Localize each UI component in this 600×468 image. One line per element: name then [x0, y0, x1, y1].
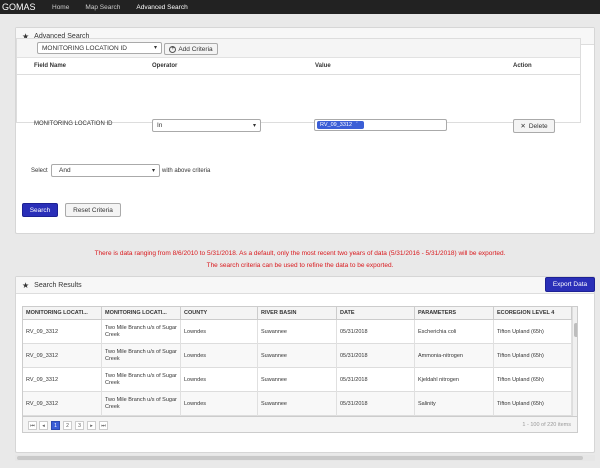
star-icon: ★	[22, 280, 30, 290]
plus-icon: +	[169, 45, 177, 53]
table-row[interactable]: RV_09_3312 Two Mile Branch u/s of Sugar …	[23, 344, 572, 368]
cell-county: Lowndes	[181, 368, 258, 392]
scrollbar-thumb[interactable]	[574, 323, 577, 337]
delete-criteria-button[interactable]: ✕ Delete	[513, 119, 555, 133]
cell-parameters: Salinity	[415, 392, 494, 416]
value-header: Value	[315, 63, 331, 69]
search-button-label: Search	[29, 206, 51, 214]
combine-select-value: And	[59, 167, 71, 174]
select-label: Select	[31, 168, 48, 174]
reset-criteria-button[interactable]: Reset Criteria	[65, 203, 121, 217]
cell-ecoregion: Tifton Upland (65h)	[494, 320, 572, 344]
criteria-box: MONITORING LOCATION ID ▾ + Add Criteria …	[16, 38, 581, 123]
cell-location-name: Two Mile Branch u/s of Sugar Creek	[102, 392, 181, 416]
column-header-date[interactable]: DATE	[337, 307, 415, 320]
cell-location-name: Two Mile Branch u/s of Sugar Creek	[102, 368, 181, 392]
export-data-label: Export Data	[552, 281, 588, 288]
column-header-monitoring-location-id[interactable]: MONITORING LOCATI...	[23, 307, 102, 320]
cell-ecoregion: Tifton Upland (65h)	[494, 344, 572, 368]
tag-remove-icon[interactable]: ˇ	[356, 122, 358, 128]
cell-location-id: RV_09_3312	[23, 344, 102, 368]
cell-parameters: Ammonia-nitrogen	[415, 344, 494, 368]
cell-date: 05/31/2018	[337, 368, 415, 392]
next-page-icon[interactable]: ▸	[87, 421, 96, 430]
chevron-down-icon: ▾	[252, 123, 256, 129]
page-button-2[interactable]: 2	[63, 421, 72, 430]
nav-home[interactable]: Home	[52, 4, 69, 11]
cell-location-name: Two Mile Branch u/s of Sugar Creek	[102, 320, 181, 344]
chevron-down-icon: ▾	[153, 45, 157, 51]
cell-river-basin: Suwannee	[258, 344, 337, 368]
action-header: Action	[513, 63, 532, 69]
operator-header: Operator	[152, 63, 178, 69]
operator-select-value: In	[157, 122, 163, 129]
cell-location-name: Two Mile Branch u/s of Sugar Creek	[102, 344, 181, 368]
column-header-county[interactable]: COUNTY	[181, 307, 258, 320]
combine-suffix: with above criteria	[162, 168, 211, 174]
last-page-icon[interactable]: ⏭	[99, 421, 108, 430]
results-grid-header: MONITORING LOCATI... MONITORING LOCATI..…	[23, 307, 572, 320]
cell-date: 05/31/2018	[337, 344, 415, 368]
results-pager: ⏮ ◂ 1 2 3 ▸ ⏭ 1 - 100 of 220 items	[22, 417, 578, 433]
first-page-icon[interactable]: ⏮	[28, 421, 37, 430]
results-grid: MONITORING LOCATI... MONITORING LOCATI..…	[22, 306, 578, 417]
criteria-field-name: MONITORING LOCATION ID	[34, 121, 113, 127]
export-criteria-notice: The search criteria can be used to refin…	[206, 262, 394, 269]
operator-select[interactable]: In ▾	[152, 119, 261, 132]
nav-advanced-search[interactable]: Advanced Search	[136, 4, 187, 11]
search-results-title: Search Results	[34, 281, 82, 289]
column-header-river-basin[interactable]: RIVER BASIN	[258, 307, 337, 320]
page-button-3[interactable]: 3	[75, 421, 84, 430]
cell-location-id: RV_09_3312	[23, 392, 102, 416]
cell-ecoregion: Tifton Upland (65h)	[494, 392, 572, 416]
cell-river-basin: Suwannee	[258, 368, 337, 392]
cell-county: Lowndes	[181, 320, 258, 344]
field-name-header: Field Name	[34, 63, 67, 69]
criteria-toolbar: MONITORING LOCATION ID ▾ + Add Criteria	[17, 39, 580, 58]
delete-label: Delete	[528, 122, 548, 130]
nav-map-search[interactable]: Map Search	[85, 4, 120, 11]
criteria-header-row: Field Name Operator Value Action	[17, 58, 580, 75]
value-tag-input[interactable]: RV_09_3312 ˇ	[314, 119, 447, 131]
value-tag: RV_09_3312 ˇ	[317, 121, 364, 129]
cell-date: 05/31/2018	[337, 392, 415, 416]
close-icon: ✕	[520, 123, 526, 130]
combine-select[interactable]: And ▾	[51, 164, 160, 177]
results-vertical-scrollbar[interactable]	[572, 307, 577, 416]
table-row[interactable]: RV_09_3312 Two Mile Branch u/s of Sugar …	[23, 320, 572, 344]
cell-county: Lowndes	[181, 392, 258, 416]
page-info: 1 - 100 of 220 items	[522, 422, 571, 428]
table-row[interactable]: RV_09_3312 Two Mile Branch u/s of Sugar …	[23, 392, 572, 416]
cell-river-basin: Suwannee	[258, 320, 337, 344]
data-range-notice: There is data ranging from 8/6/2010 to 5…	[94, 250, 506, 257]
scrollbar-thumb[interactable]	[17, 456, 583, 460]
previous-page-icon[interactable]: ◂	[39, 421, 48, 430]
cell-parameters: Kjeldahl nitrogen	[415, 368, 494, 392]
add-criteria-label: Add Criteria	[178, 45, 213, 53]
field-select[interactable]: MONITORING LOCATION ID ▾	[37, 42, 162, 54]
table-row[interactable]: RV_09_3312 Two Mile Branch u/s of Sugar …	[23, 368, 572, 392]
column-header-ecoregion-level-4[interactable]: ECOREGION LEVEL 4	[494, 307, 572, 320]
cell-river-basin: Suwannee	[258, 392, 337, 416]
cell-county: Lowndes	[181, 344, 258, 368]
export-data-button[interactable]: Export Data	[545, 277, 595, 292]
cell-ecoregion: Tifton Upland (65h)	[494, 368, 572, 392]
search-button[interactable]: Search	[22, 203, 58, 217]
cell-location-id: RV_09_3312	[23, 368, 102, 392]
chevron-down-icon: ▾	[151, 168, 155, 174]
top-navbar: GOMAS Home Map Search Advanced Search	[0, 0, 600, 14]
field-select-value: MONITORING LOCATION ID	[42, 44, 127, 52]
column-header-parameters[interactable]: PARAMETERS	[415, 307, 494, 320]
reset-button-label: Reset Criteria	[73, 206, 113, 214]
cell-date: 05/31/2018	[337, 320, 415, 344]
brand-logo[interactable]: GOMAS	[0, 2, 52, 12]
column-header-monitoring-location-name[interactable]: MONITORING LOCATI...	[102, 307, 181, 320]
search-results-heading: ★ Search Results	[16, 277, 594, 294]
value-tag-label: RV_09_3312	[320, 122, 353, 128]
cell-parameters: Escherichia coli	[415, 320, 494, 344]
page-horizontal-scrollbar[interactable]	[15, 455, 595, 461]
add-criteria-button[interactable]: + Add Criteria	[164, 43, 218, 55]
page-button-1[interactable]: 1	[51, 421, 60, 430]
cell-location-id: RV_09_3312	[23, 320, 102, 344]
